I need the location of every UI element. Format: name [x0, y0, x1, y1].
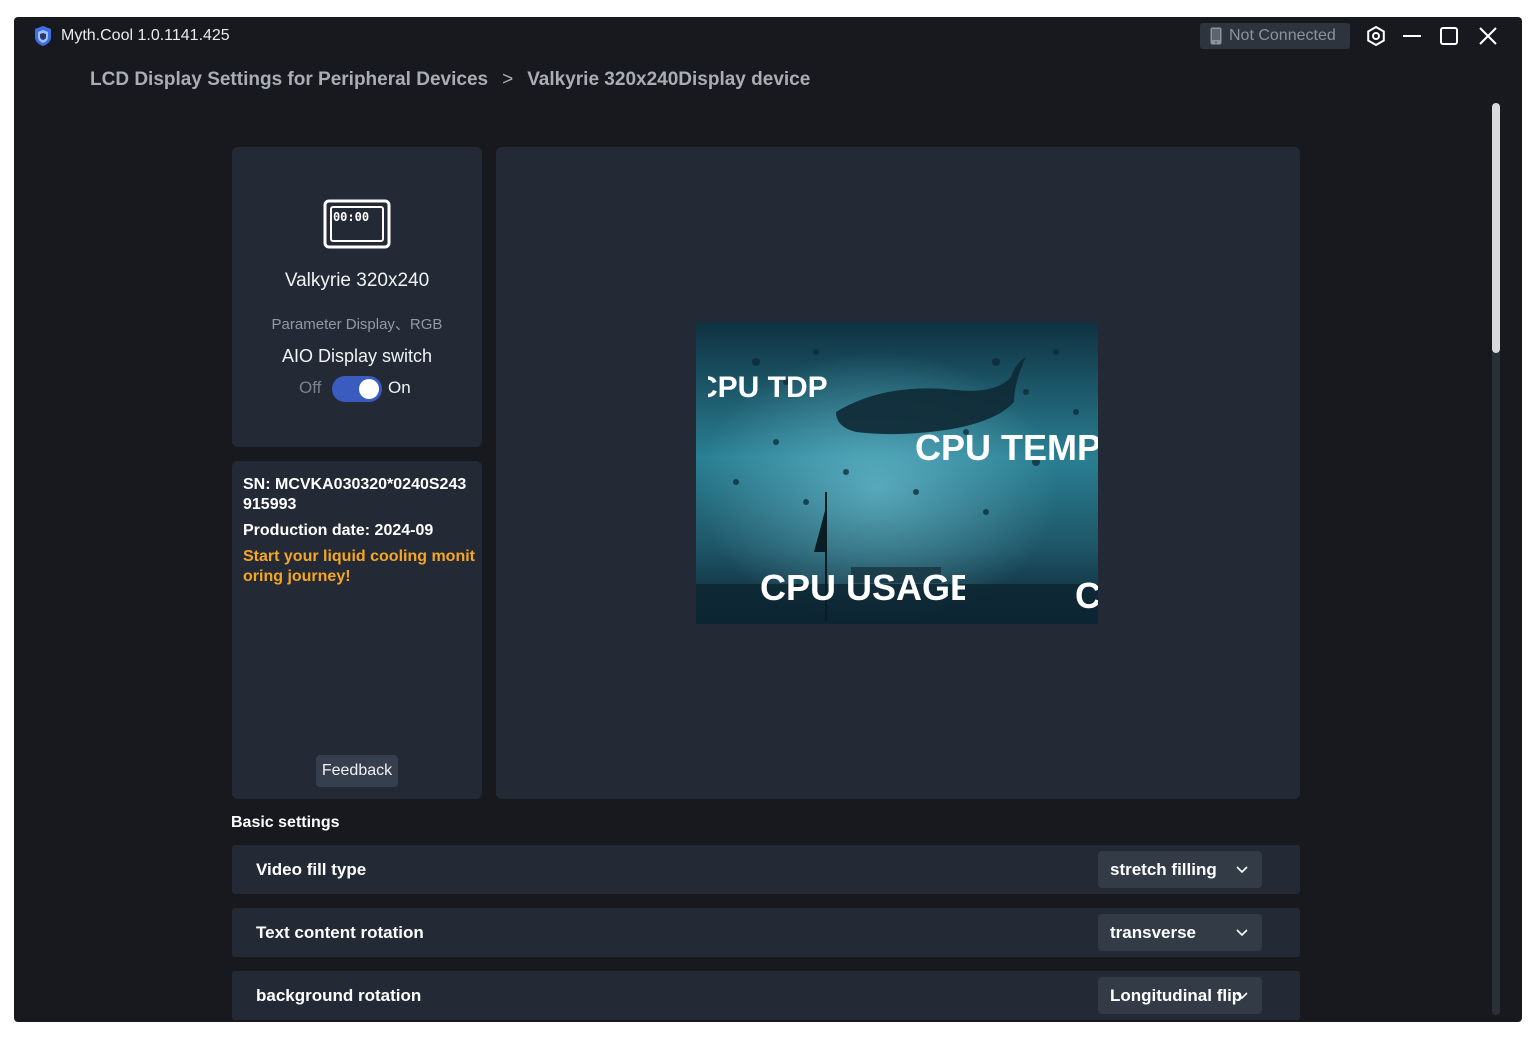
app-title: Myth.Cool 1.0.1141.425	[61, 27, 230, 44]
toggle-off-label: Off	[299, 378, 322, 397]
text-content-rotation-label: Text content rotation	[256, 923, 424, 942]
preview-label-c: C	[1075, 575, 1098, 616]
toggle-knob	[359, 379, 379, 399]
background-rotation-label: background rotation	[256, 986, 422, 1005]
minimize-icon[interactable]	[1401, 25, 1423, 47]
setting-row-video-fill: Video fill type stretch filling	[232, 845, 1300, 894]
feedback-button[interactable]: Feedback	[316, 755, 398, 787]
device-info-text: SN: MCVKA030320*0240S243915993 Productio…	[243, 475, 475, 593]
video-fill-type-select[interactable]: stretch filling	[1098, 851, 1262, 888]
toggle-on-label: On	[388, 378, 411, 397]
connection-status-text: Not Connected	[1229, 27, 1336, 44]
lcd-clock-icon: 00:00	[323, 199, 391, 249]
setting-row-background-rotation: background rotation Longitudinal flip	[232, 971, 1300, 1020]
device-phone-icon	[1210, 27, 1222, 45]
aio-display-toggle[interactable]	[332, 376, 382, 402]
close-icon[interactable]	[1477, 25, 1499, 47]
video-fill-type-label: Video fill type	[256, 860, 367, 879]
setting-row-text-rotation: Text content rotation transverse	[232, 908, 1300, 957]
breadcrumb-separator: >	[502, 69, 514, 90]
myth-cool-logo-icon	[35, 26, 51, 46]
background-rotation-value: Longitudinal flip	[1110, 986, 1243, 1005]
device-card: 00:00 Valkyrie 320x240 Parameter Display…	[232, 147, 482, 447]
chevron-down-icon	[1236, 929, 1248, 937]
lcd-preview-panel	[496, 147, 1300, 799]
production-date: Production date: 2024-09	[243, 522, 434, 539]
device-info-card: SN: MCVKA030320*0240S243915993 Productio…	[232, 461, 482, 799]
basic-settings-title: Basic settings	[231, 814, 340, 831]
connection-status-badge[interactable]: Not Connected	[1200, 23, 1350, 49]
settings-gear-icon[interactable]	[1365, 25, 1387, 47]
title-bar: Myth.Cool 1.0.1141.425 Not Connected	[14, 17, 1522, 55]
breadcrumb-current: Valkyrie 320x240Display device	[527, 69, 811, 90]
preview-label-cpu-temp: CPU TEMP	[915, 427, 1098, 468]
aio-display-switch-label: AIO Display switch	[281, 346, 433, 366]
aio-display-toggle-row: Off On	[232, 376, 482, 402]
chevron-down-icon	[1236, 992, 1248, 1000]
text-content-rotation-value: transverse	[1110, 923, 1197, 942]
breadcrumb: LCD Display Settings for Peripheral Devi…	[90, 69, 810, 91]
breadcrumb-parent-link[interactable]: LCD Display Settings for Peripheral Devi…	[90, 69, 488, 90]
text-content-rotation-select[interactable]: transverse	[1098, 914, 1262, 951]
preview-label-cpu-tdp: CPU TDP	[696, 371, 828, 404]
lcd-screen-text: 00:00	[333, 210, 369, 224]
scrollbar-thumb[interactable]	[1492, 103, 1500, 353]
preview-label-cpu-usage: CPU USAGE	[760, 567, 965, 608]
background-rotation-select[interactable]: Longitudinal flip	[1098, 977, 1262, 1014]
maximize-icon[interactable]	[1438, 25, 1460, 47]
video-fill-type-value: stretch filling	[1110, 860, 1217, 879]
serial-number: SN: MCVKA030320*0240S243915993	[243, 476, 467, 513]
device-subtitle: Parameter Display、RGB	[271, 316, 443, 333]
device-name: Valkyrie 320x240	[284, 270, 430, 291]
chevron-down-icon	[1236, 866, 1248, 874]
promo-message: Start your liquid cooling monitoring jou…	[243, 548, 475, 585]
app-window: Myth.Cool 1.0.1141.425 Not Connected LCD…	[14, 17, 1522, 1022]
vertical-scrollbar[interactable]	[1492, 103, 1500, 1015]
